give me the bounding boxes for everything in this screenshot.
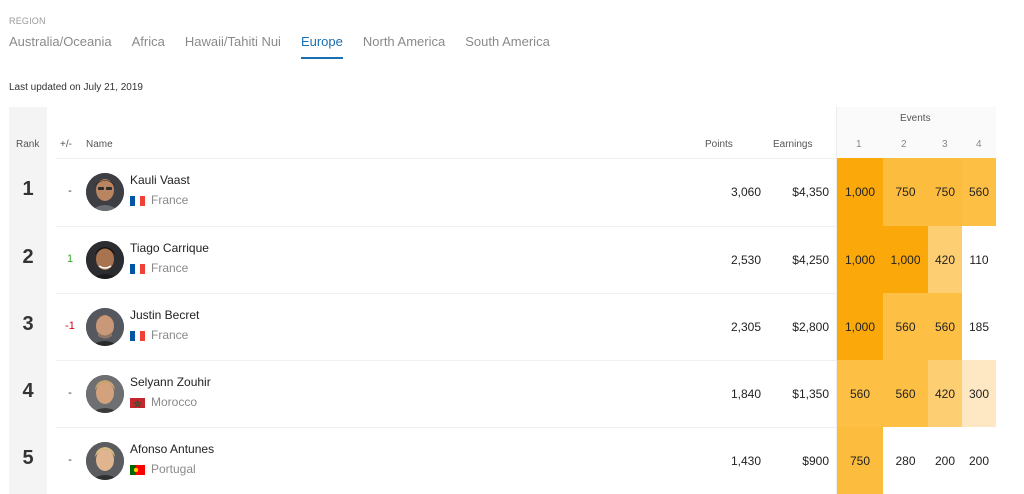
event-4-score: 110	[962, 226, 996, 294]
athlete-name[interactable]: Kauli Vaast	[130, 173, 190, 187]
header-earnings[interactable]: Earnings	[773, 139, 812, 150]
flag-portugal-icon	[130, 464, 145, 475]
event-2-score: 560	[883, 293, 928, 361]
points-value: 1,840	[730, 387, 761, 401]
tab-australia-oceania[interactable]: Australia/Oceania	[9, 34, 112, 59]
flag-morocco-icon	[130, 397, 145, 408]
event-3-score: 560	[928, 293, 962, 361]
event-4-score: 185	[962, 293, 996, 361]
country-label: France	[151, 193, 189, 207]
move-value: -	[68, 185, 72, 197]
event-4-score: 300	[962, 360, 996, 428]
table-row[interactable]: 5 - Afonso Antunes Portugal 1,430 $900 7…	[9, 427, 996, 494]
flag-france-icon	[130, 330, 145, 341]
event-1-score: 1,000	[837, 226, 883, 294]
points-value: 1,430	[730, 454, 761, 468]
header-events: Events	[900, 113, 931, 124]
move-value: 1	[66, 253, 74, 265]
avatar[interactable]	[86, 375, 124, 413]
points-value: 3,060	[730, 185, 761, 199]
earnings-value: $900	[802, 454, 829, 468]
event-2-score: 750	[883, 158, 928, 226]
tab-south-america[interactable]: South America	[465, 34, 550, 59]
country-label: France	[151, 328, 189, 342]
athlete-name[interactable]: Tiago Carrique	[130, 241, 209, 255]
avatar[interactable]	[86, 442, 124, 480]
header-event-3[interactable]: 3	[942, 139, 948, 150]
table-row[interactable]: 3 -1 Justin Becret France 2,305 $2,800 1…	[9, 293, 996, 361]
event-1-score: 1,000	[837, 293, 883, 361]
event-3-score: 750	[928, 158, 962, 226]
header-event-1[interactable]: 1	[856, 139, 862, 150]
event-3-score: 420	[928, 226, 962, 294]
athlete-country: Morocco	[130, 395, 197, 409]
earnings-value: $4,250	[792, 253, 829, 267]
tab-europe[interactable]: Europe	[300, 34, 343, 59]
rank-value: 5	[22, 447, 34, 469]
rank-value: 2	[22, 246, 34, 268]
flag-france-icon	[130, 195, 145, 206]
avatar[interactable]	[86, 241, 124, 279]
tab-hawaii-tahiti-nui[interactable]: Hawaii/Tahiti Nui	[185, 34, 281, 59]
rank-value: 3	[22, 313, 34, 335]
header-event-2[interactable]: 2	[901, 139, 907, 150]
earnings-value: $2,800	[792, 320, 829, 334]
country-label: Morocco	[151, 395, 198, 409]
header-name[interactable]: Name	[86, 139, 113, 150]
header-event-4[interactable]: 4	[976, 139, 982, 150]
athlete-country: France	[130, 193, 188, 207]
earnings-value: $1,350	[792, 387, 829, 401]
event-2-score: 280	[883, 427, 928, 494]
region-label: REGION	[9, 16, 46, 26]
event-1-score: 560	[837, 360, 883, 428]
event-1-score: 1,000	[837, 158, 883, 226]
athlete-name[interactable]: Afonso Antunes	[130, 442, 214, 456]
header-move[interactable]: +/-	[60, 139, 72, 150]
tab-africa[interactable]: Africa	[132, 34, 165, 59]
rank-value: 1	[22, 178, 34, 200]
tab-north-america[interactable]: North America	[363, 34, 445, 59]
table-row[interactable]: 4 - Selyann Zouhir Morocco 1,840 $1,350 …	[9, 360, 996, 428]
country-label: Portugal	[151, 462, 196, 476]
event-3-score: 420	[928, 360, 962, 428]
move-value: -	[68, 454, 72, 466]
points-value: 2,305	[730, 320, 761, 334]
event-2-score: 560	[883, 360, 928, 428]
region-tabs: Australia/Oceania Africa Hawaii/Tahiti N…	[9, 34, 570, 59]
earnings-value: $4,350	[792, 185, 829, 199]
country-label: France	[151, 261, 189, 275]
move-value: -	[68, 387, 72, 399]
event-4-score: 560	[962, 158, 996, 226]
athlete-name[interactable]: Justin Becret	[130, 308, 199, 322]
athlete-country: France	[130, 261, 188, 275]
athlete-country: France	[130, 328, 188, 342]
last-updated: Last updated on July 21, 2019	[9, 82, 143, 93]
event-2-score: 1,000	[883, 226, 928, 294]
table-row[interactable]: 1 - Kauli Vaast France 3,060 $4,350 1,00…	[9, 158, 996, 226]
event-4-score: 200	[962, 427, 996, 494]
table-row[interactable]: 2 1 Tiago Carrique France 2,530 $4,250 1…	[9, 226, 996, 294]
avatar[interactable]	[86, 308, 124, 346]
header-points[interactable]: Points	[705, 139, 733, 150]
points-value: 2,530	[730, 253, 761, 267]
flag-france-icon	[130, 263, 145, 274]
event-3-score: 200	[928, 427, 962, 494]
rank-value: 4	[22, 380, 34, 402]
event-1-score: 750	[837, 427, 883, 494]
avatar[interactable]	[86, 173, 124, 211]
move-value: -1	[65, 320, 75, 332]
header-rank[interactable]: Rank	[16, 139, 39, 150]
athlete-name[interactable]: Selyann Zouhir	[130, 375, 211, 389]
athlete-country: Portugal	[130, 462, 196, 476]
